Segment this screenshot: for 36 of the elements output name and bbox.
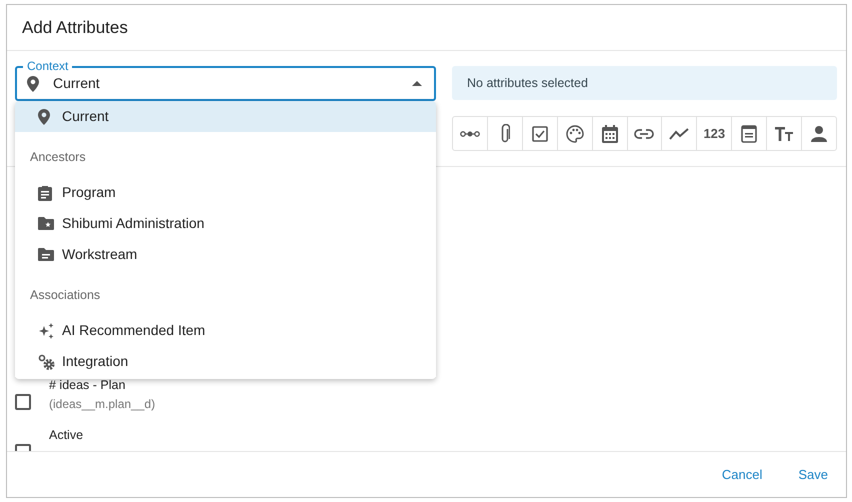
menu-item[interactable]: Shibumi Administration [15, 208, 436, 239]
menu-item[interactable]: Program [15, 177, 436, 208]
palette-icon [566, 124, 584, 142]
selected-value: Current [53, 74, 101, 93]
section-header: Associations [30, 287, 100, 304]
section-header: Ancestors [30, 149, 86, 166]
document-icon [741, 124, 758, 142]
caret-icon [412, 81, 422, 86]
calendar-icon [602, 124, 618, 142]
text-size-icon [774, 126, 794, 142]
folder-star-icon [38, 217, 54, 230]
attribute-field: (ideas__m.plan__d) [49, 396, 156, 412]
checkbox[interactable] [15, 394, 31, 410]
location-pin-icon [38, 108, 50, 124]
person-icon [811, 126, 828, 142]
menu-item[interactable]: AI Recommended Item [15, 315, 436, 346]
footer-button[interactable]: Save [798, 464, 828, 484]
gears-icon [38, 354, 55, 370]
footer-button[interactable]: Cancel [722, 464, 762, 484]
connected-dots-icon [460, 130, 480, 138]
number-button[interactable]: 123 [696, 117, 732, 150]
line-chart-icon [669, 128, 690, 140]
attribute-name: Active [49, 427, 84, 443]
location-pin-icon [27, 76, 39, 92]
checkbox-icon [532, 126, 548, 142]
clipboard-icon [38, 184, 52, 200]
sparkle-icon [38, 322, 55, 338]
dialog-title: Add Attributes [22, 16, 128, 39]
menu-item[interactable]: Workstream [15, 239, 436, 270]
attribute-name: # ideas - Plan [49, 377, 126, 393]
menu-item[interactable]: Integration [15, 346, 436, 377]
link-icon [634, 128, 654, 138]
banner-text: No attributes selected [467, 74, 588, 92]
menu-item[interactable]: Current [15, 101, 436, 132]
folder-icon [38, 248, 54, 261]
paperclip-icon [500, 124, 510, 144]
